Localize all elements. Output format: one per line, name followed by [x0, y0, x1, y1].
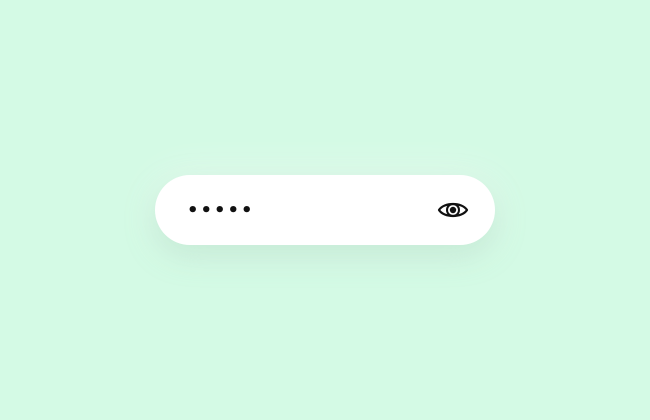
password-input[interactable] [187, 175, 417, 245]
password-field [155, 175, 495, 245]
eye-icon [437, 202, 469, 218]
show-password-toggle[interactable] [435, 195, 471, 225]
